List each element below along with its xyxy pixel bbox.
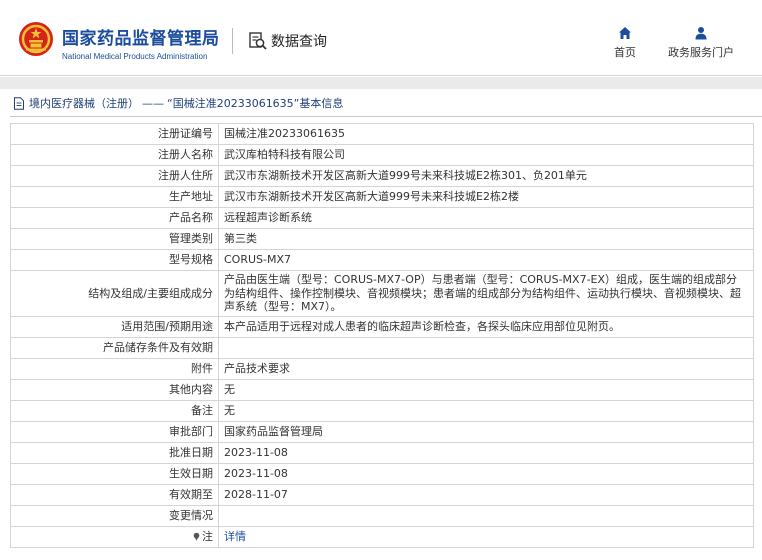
field-label: 结构及组成/主要组成成分	[10, 270, 219, 317]
breadcrumb: 境内医疗器械（注册） —— “国械注准20233061635”基本信息	[13, 92, 343, 114]
table-row: 有效期至 2028-11-07	[10, 483, 754, 506]
table-row: 适用范围/预期用途 本产品适用于远程对成人患者的临床超声诊断检查，各探头临床应用部…	[10, 315, 754, 338]
table-row: 注册人名称 武汉库柏特科技有限公司	[10, 144, 754, 166]
search-document-icon	[249, 32, 267, 50]
table-row: 注册证编号 国械注准20233061635	[10, 123, 754, 145]
table-row: 注册人住所 武汉市东湖新技术开发区高新大道999号未来科技城E2栋301、负201…	[10, 165, 754, 187]
field-value: 无	[218, 399, 754, 422]
nav-service-portal[interactable]: 政务服务门户	[662, 26, 740, 60]
field-label: 产品名称	[10, 207, 219, 229]
field-value: 武汉市东湖新技术开发区高新大道999号未来科技城E2栋2楼	[218, 186, 754, 208]
table-row: 其他内容无	[10, 378, 754, 401]
table-row: 生产地址 武汉市东湖新技术开发区高新大道999号未来科技城E2栋2楼	[10, 186, 754, 208]
field-value: 2028-11-07	[218, 483, 754, 506]
breadcrumb-category[interactable]: 境内医疗器械（注册）	[29, 95, 139, 111]
document-icon	[14, 96, 24, 110]
field-label: 管理类别	[10, 228, 219, 250]
data-query-link[interactable]: 数据查询	[248, 31, 327, 51]
field-value: 无	[218, 378, 754, 401]
field-label: 审批部门	[10, 420, 219, 443]
field-value	[218, 504, 754, 527]
field-label: 有效期至	[10, 483, 219, 506]
table-row: 审批部门 国家药品监督管理局	[10, 420, 754, 443]
field-value: 第三类	[218, 228, 754, 250]
pin-icon	[193, 532, 200, 541]
field-label: 注册人名称	[10, 144, 219, 166]
field-value: 产品技术要求	[218, 357, 754, 380]
table-row: 注 详情	[10, 525, 754, 548]
table-row: 型号规格 CORUS-MX7	[10, 249, 754, 271]
note-value-cell: 详情	[218, 525, 754, 548]
site-header: 国家药品监督管理局 National Medical Products Admi…	[0, 0, 762, 76]
user-icon	[695, 27, 707, 40]
field-value: 国械注准20233061635	[218, 123, 754, 145]
table-row: 附件 产品技术要求	[10, 357, 754, 380]
field-value: 武汉库柏特科技有限公司	[218, 144, 754, 166]
nav-home-label: 首页	[614, 46, 636, 59]
org-name-en: National Medical Products Administration	[62, 52, 208, 61]
field-value: 本产品适用于远程对成人患者的临床超声诊断检查，各探头临床应用部位见附页。	[218, 315, 754, 338]
field-label: 批准日期	[10, 441, 219, 464]
field-label: 附件	[10, 357, 219, 380]
field-value: 2023-11-08	[218, 462, 754, 485]
table-row: 生效日期 2023-11-08	[10, 462, 754, 485]
field-value: 2023-11-08	[218, 441, 754, 464]
nav-portal-label: 政务服务门户	[668, 46, 734, 59]
field-label: 备注	[10, 399, 219, 422]
breadcrumb-record-title: “国械注准20233061635”基本信息	[167, 97, 344, 110]
org-logo-text[interactable]: 国家药品监督管理局 National Medical Products Admi…	[62, 24, 220, 61]
data-query-label: 数据查询	[271, 34, 327, 50]
note-label-cell: 注	[10, 525, 219, 548]
field-value: 国家药品监督管理局	[218, 420, 754, 443]
table-row: 产品储存条件及有效期	[10, 336, 754, 359]
national-emblem-icon	[19, 22, 53, 56]
table-row: 产品名称 远程超声诊断系统	[10, 207, 754, 229]
breadcrumb-separator: ——	[142, 96, 164, 110]
field-label: 生效日期	[10, 462, 219, 485]
field-label: 其他内容	[10, 378, 219, 401]
field-label: 适用范围/预期用途	[10, 315, 219, 338]
field-label: 产品储存条件及有效期	[10, 336, 219, 359]
header-band	[0, 77, 762, 89]
home-icon	[619, 27, 631, 39]
field-label: 生产地址	[10, 186, 219, 208]
table-row: 批准日期 2023-11-08	[10, 441, 754, 464]
note-label: 注	[202, 529, 213, 543]
table-row: 管理类别 第三类	[10, 228, 754, 250]
org-name-cn: 国家药品监督管理局	[62, 29, 220, 49]
field-value: CORUS-MX7	[218, 249, 754, 271]
field-label: 变更情况	[10, 504, 219, 527]
field-label: 型号规格	[10, 249, 219, 271]
field-label: 注册证编号	[10, 123, 219, 145]
table-row: 变更情况	[10, 504, 754, 527]
table-row: 结构及组成/主要组成成分 产品由医生端（型号：CORUS-MX7-OP）与患者端（…	[10, 270, 754, 317]
table-row: 备注无	[10, 399, 754, 422]
field-value: 武汉市东湖新技术开发区高新大道999号未来科技城E2栋301、负201单元	[218, 165, 754, 187]
nav-home[interactable]: 首页	[610, 26, 640, 60]
header-divider	[232, 28, 233, 54]
details-link[interactable]: 详情	[224, 530, 246, 543]
field-label: 注册人住所	[10, 165, 219, 187]
field-value: 产品由医生端（型号：CORUS-MX7-OP）与患者端（型号：CORUS-MX7…	[218, 270, 754, 317]
record-detail-table: 注册证编号 国械注准20233061635 注册人名称 武汉库柏特科技有限公司 注册…	[10, 123, 754, 548]
breadcrumb-divider	[10, 116, 762, 117]
field-value	[218, 336, 754, 359]
field-value: 远程超声诊断系统	[218, 207, 754, 229]
